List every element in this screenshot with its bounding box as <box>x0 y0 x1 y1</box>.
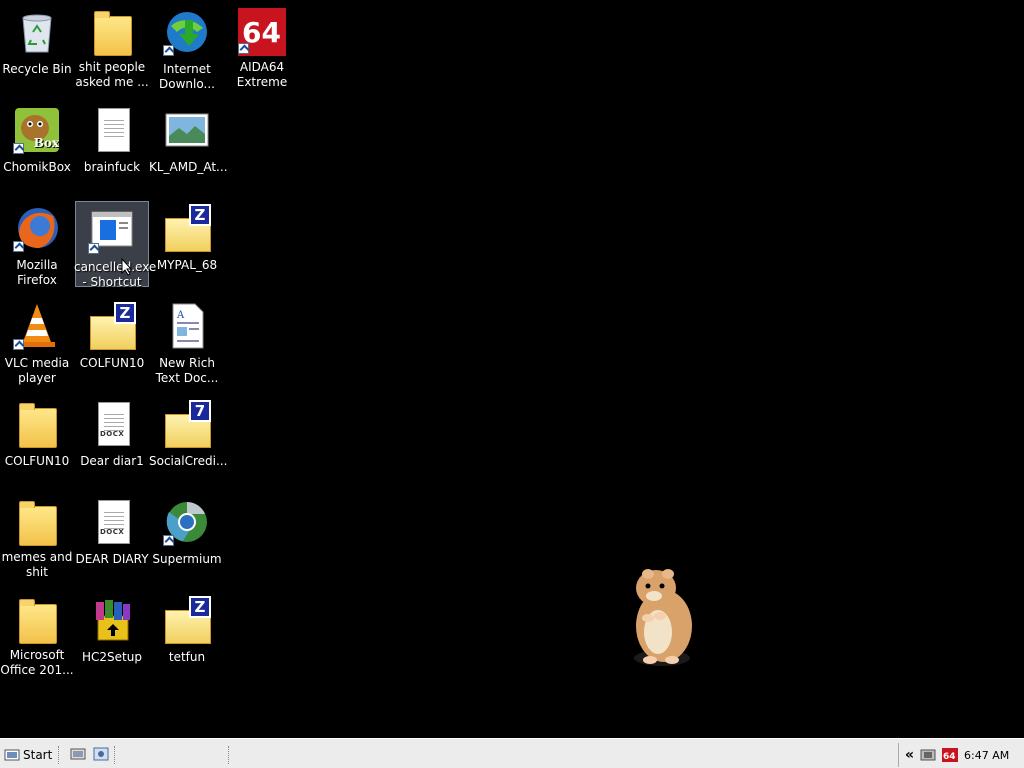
docx-document-icon: DOCX <box>88 498 136 546</box>
icon-label: brainfuck <box>83 160 141 174</box>
icon-label: Microsoft Office 201... <box>0 648 74 677</box>
folder-icon <box>13 596 61 644</box>
firefox-icon <box>13 204 61 252</box>
7zip-badge: 7 <box>189 400 211 422</box>
desktop-icon-socialcredit[interactable]: 7 SocialCredi... <box>149 396 228 482</box>
folder-icon <box>88 8 136 56</box>
desktop-icon-hc2setup[interactable]: HC2Setup <box>75 592 149 678</box>
zip-badge: Z <box>189 596 211 618</box>
zip-folder-icon: Z <box>163 596 211 644</box>
zip-folder-icon: Z <box>163 204 211 252</box>
icon-label: ChomikBox <box>3 160 71 174</box>
desktop-icon-shit-people-asked-me[interactable]: shit people asked me ... <box>75 4 149 90</box>
desktop-icon-mypal-68[interactable]: Z MYPAL_68 <box>150 200 224 286</box>
icon-label: Mozilla Firefox <box>16 258 58 287</box>
desktop-icon-dear-diary[interactable]: DOCX DEAR DIARY <box>75 494 149 580</box>
icon-label: Recycle Bin <box>2 62 72 76</box>
icon-label: AIDA64 Extreme <box>236 60 288 89</box>
rich-text-document-icon: A <box>163 302 211 350</box>
zip-badge: Z <box>114 302 136 324</box>
tray-clock[interactable]: 6:47 AM <box>964 749 1009 762</box>
folder-icon <box>13 400 61 448</box>
icon-label: COLFUN10 <box>4 454 70 468</box>
icon-label: Dear diar1 <box>80 454 144 468</box>
icon-label: SocialCredi... <box>149 454 228 468</box>
network-tray-icon[interactable] <box>920 748 936 762</box>
svg-text:64: 64 <box>943 752 956 762</box>
zip-badge: Z <box>189 204 211 226</box>
desktop-icon-dear-diar1[interactable]: DOCX Dear diar1 <box>75 396 149 482</box>
icon-label: shit people asked me ... <box>75 60 149 89</box>
supermium-icon <box>163 498 211 546</box>
desktop-icon-colfun10-zip[interactable]: Z COLFUN10 <box>75 298 149 384</box>
folder-icon <box>13 498 61 546</box>
shortcut-arrow-icon <box>88 243 99 254</box>
desktop-icon-mozilla-firefox[interactable]: Mozilla Firefox <box>0 200 74 287</box>
chomikbox-icon: Box <box>13 106 61 154</box>
icon-label: COLFUN10 <box>79 356 145 370</box>
icon-label: memes and shit <box>1 550 73 579</box>
shortcut-arrow-icon <box>13 143 24 154</box>
show-desktop-icon[interactable] <box>70 747 86 761</box>
vlc-cone-icon <box>13 302 61 350</box>
shortcut-arrow-icon <box>238 43 249 54</box>
desktop: Recycle Bin Box ChomikBox Mozilla Firefo… <box>0 0 1024 738</box>
icon-label: tetfun <box>168 650 206 664</box>
desktop-icon-tetfun[interactable]: Z tetfun <box>150 592 224 678</box>
desktop-icon-internet-download-manager[interactable]: Internet Downlo... <box>150 4 224 91</box>
desktop-icon-aida64-extreme[interactable]: 64 AIDA64 Extreme <box>225 4 299 90</box>
internet-download-manager-icon <box>163 8 211 56</box>
desktop-icon-memes-and-shit[interactable]: memes and shit <box>0 494 74 580</box>
image-file-icon <box>163 106 211 154</box>
installer-box-icon <box>88 596 136 644</box>
desktop-icon-new-rich-text-doc[interactable]: A New Rich Text Doc... <box>150 298 224 385</box>
icon-label: KL_AMD_At... <box>149 160 228 174</box>
start-logo-icon <box>4 749 20 761</box>
desktop-icon-colfun10-folder[interactable]: COLFUN10 <box>0 396 74 482</box>
desktop-icon-kl-amd[interactable]: KL_AMD_At... <box>149 102 228 188</box>
text-document-icon <box>88 106 136 154</box>
desktop-icon-cancelled-shortcut[interactable]: cancelled.exe - Shortcut <box>74 201 157 289</box>
desktop-icon-chomikbox[interactable]: Box ChomikBox <box>0 102 74 188</box>
start-label: Start <box>23 748 53 762</box>
chomikbox-badge-text: Box <box>33 136 59 150</box>
icon-label: MYPAL_68 <box>156 258 218 272</box>
taskbar-separator <box>114 746 117 764</box>
docx-document-icon: DOCX <box>88 400 136 448</box>
desktop-icon-brainfuck[interactable]: brainfuck <box>75 102 149 188</box>
hamster-pet-image <box>634 569 692 666</box>
svg-text:A: A <box>176 310 185 321</box>
icon-label: New Rich Text Doc... <box>155 356 219 385</box>
icon-label: cancelled.exe - Shortcut <box>74 260 157 289</box>
icon-label: DEAR DIARY <box>75 552 149 566</box>
application-window-icon <box>88 206 136 254</box>
taskbar: Start « 64 6:47 AM <box>0 738 1024 768</box>
aida64-tray-icon[interactable]: 64 <box>942 748 959 762</box>
docx-tag: DOCX <box>100 430 125 438</box>
shortcut-arrow-icon <box>13 241 24 252</box>
icon-label: Internet Downlo... <box>159 62 215 91</box>
desktop-icon-supermium[interactable]: Supermium <box>150 494 224 580</box>
desktop-icon-vlc-media-player[interactable]: VLC media player <box>0 298 74 385</box>
docx-tag: DOCX <box>100 528 125 536</box>
system-tray: « 64 6:47 AM <box>898 743 1024 767</box>
desktop-icon-recycle-bin[interactable]: Recycle Bin <box>0 4 74 90</box>
icon-label: VLC media player <box>4 356 70 385</box>
shortcut-arrow-icon <box>163 535 174 546</box>
shortcut-arrow-icon <box>163 45 174 56</box>
tray-expand-chevron-icon[interactable]: « <box>905 747 914 763</box>
start-button[interactable]: Start <box>4 745 52 765</box>
icon-label: HC2Setup <box>82 650 142 664</box>
desktop-icon-microsoft-office[interactable]: Microsoft Office 201... <box>0 592 74 678</box>
recycle-bin-icon <box>13 8 61 56</box>
shortcut-arrow-icon <box>13 339 24 350</box>
explorer-quicklaunch-icon[interactable] <box>93 747 109 761</box>
7zip-folder-icon: 7 <box>163 400 211 448</box>
mouse-cursor-icon <box>121 258 133 276</box>
zip-folder-icon: Z <box>88 302 136 350</box>
aida64-icon: 64 <box>238 8 286 56</box>
icon-label: Supermium <box>152 552 222 566</box>
taskbar-separator <box>58 746 61 764</box>
taskbar-separator <box>228 746 231 764</box>
